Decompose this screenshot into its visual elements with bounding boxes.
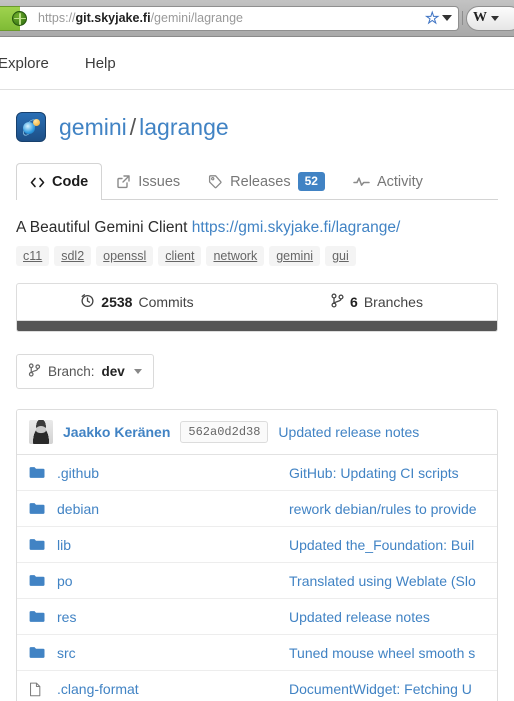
branches-count: 6 [350,294,358,310]
topic-tag[interactable]: gemini [269,246,321,266]
file-commit-message[interactable]: DocumentWidget: Fetching U [289,681,485,697]
page-content: gemini / lagrange Code Issues Releases 52 [0,90,514,701]
file-commit-message[interactable]: Translated using Weblate (Slo [289,573,485,589]
chevron-down-icon[interactable] [491,15,499,21]
file-name-link[interactable]: debian [57,501,289,517]
file-commit-message[interactable]: rework debian/rules to provide [289,501,485,517]
avatar [29,420,53,444]
commit-author-link[interactable]: Jaakko Keränen [63,424,170,440]
repo-tabs: Code Issues Releases 52 Activity [16,163,498,200]
repo-avatar-icon [16,112,46,142]
repo-homepage-link[interactable]: https://gmi.skyjake.fi/lagrange/ [192,219,401,236]
folder-icon [29,646,47,659]
chevron-down-icon[interactable] [442,15,452,21]
folder-icon [29,610,47,623]
external-link-icon [116,174,131,189]
topic-tag[interactable]: openssl [96,246,154,266]
releases-count-badge: 52 [297,172,325,191]
commit-sha-link[interactable]: 562a0d2d38 [180,421,269,443]
url-scheme: https:// [38,11,76,25]
repo-description-text: A Beautiful Gemini Client [16,219,188,236]
tab-releases-label: Releases [230,173,291,190]
file-name-link[interactable]: res [57,609,289,625]
repo-description: A Beautiful Gemini Client https://gmi.sk… [16,219,498,237]
url-bar[interactable]: https://git.skyjake.fi/gemini/lagrange ★ [0,5,459,31]
file-commit-message[interactable]: Updated release notes [289,609,485,625]
commits-label: Commits [138,294,194,310]
code-icon [30,176,45,189]
url-input[interactable]: https://git.skyjake.fi/gemini/lagrange ★ [20,5,459,31]
file-name-link[interactable]: .clang-format [57,681,289,697]
site-navigation: Explore Help [0,37,514,90]
branch-current-value: dev [101,364,125,379]
topic-tag[interactable]: c11 [16,246,50,266]
search-input[interactable]: W [466,5,514,31]
branch-row: Branch: dev [16,354,498,389]
tag-icon [208,174,223,189]
folder-icon [29,574,47,587]
folder-icon [29,502,47,515]
file-name-link[interactable]: .github [57,465,289,481]
topic-tag[interactable]: network [206,246,265,266]
url-host: git.skyjake.fi [75,11,151,25]
file-icon [29,682,47,697]
table-row[interactable]: res Updated release notes [17,599,497,635]
file-commit-message[interactable]: Tuned mouse wheel smooth s [289,645,485,661]
branch-icon [28,363,41,380]
toolbar-divider [462,11,463,25]
table-row[interactable]: po Translated using Weblate (Slo [17,563,497,599]
nav-item-explore[interactable]: Explore [0,55,67,72]
branch-selector-button[interactable]: Branch: dev [16,354,154,389]
branches-label: Branches [363,294,423,310]
repo-name-separator: / [129,113,137,140]
globe-icon [12,10,27,26]
url-path: /gemini/lagrange [150,11,243,25]
repo-topics: c11 sdl2 openssl client network gemini g… [16,246,498,266]
folder-icon [29,466,47,479]
browser-toolbar: https://git.skyjake.fi/gemini/lagrange ★… [0,0,514,37]
file-name-link[interactable]: po [57,573,289,589]
tab-activity[interactable]: Activity [339,163,437,199]
table-row[interactable]: lib Updated the_Foundation: Buil [17,527,497,563]
table-row[interactable]: .github GitHub: Updating CI scripts [17,455,497,491]
branch-icon [331,293,344,311]
commits-count: 2538 [101,294,133,310]
tab-issues-label: Issues [138,173,181,190]
clock-icon [80,293,95,311]
branch-label-prefix: Branch: [48,364,95,379]
repo-name-link[interactable]: lagrange [139,114,229,140]
topic-tag[interactable]: gui [325,246,356,266]
commit-message-link[interactable]: Updated release notes [278,424,419,440]
file-list: Jaakko Keränen 562a0d2d38 Updated releas… [16,409,498,701]
tab-code-label: Code [52,174,89,190]
repo-stats: 2538 Commits 6 Branches [16,283,498,321]
repo-owner-link[interactable]: gemini [59,114,127,140]
table-row[interactable]: .clang-format DocumentWidget: Fetching U [17,671,497,701]
url-text: https://git.skyjake.fi/gemini/lagrange [38,11,426,25]
file-commit-message[interactable]: GitHub: Updating CI scripts [289,465,485,481]
chevron-down-icon [133,369,142,374]
nav-item-help[interactable]: Help [67,55,134,72]
repo-full-name: gemini / lagrange [59,114,229,141]
topic-tag[interactable]: client [158,246,202,266]
tab-code[interactable]: Code [16,163,103,200]
tab-releases[interactable]: Releases 52 [194,163,339,199]
tab-activity-label: Activity [376,173,423,190]
folder-icon [29,538,47,551]
stat-commits[interactable]: 2538 Commits [17,284,257,320]
table-row[interactable]: src Tuned mouse wheel smooth s [17,635,497,671]
table-row[interactable]: debian rework debian/rules to provide [17,491,497,527]
tab-issues[interactable]: Issues [102,163,194,199]
stat-branches[interactable]: 6 Branches [257,284,497,320]
topic-tag[interactable]: sdl2 [54,246,92,266]
latest-commit-row: Jaakko Keränen 562a0d2d38 Updated releas… [17,410,497,455]
file-name-link[interactable]: src [57,645,289,661]
language-bar [16,321,498,332]
pulse-icon [353,175,370,188]
repository-header: gemini / lagrange [16,90,498,146]
search-engine-label: W [473,10,487,25]
star-icon[interactable]: ★ [425,10,439,26]
file-name-link[interactable]: lib [57,537,289,553]
file-commit-message[interactable]: Updated the_Foundation: Buil [289,537,485,553]
